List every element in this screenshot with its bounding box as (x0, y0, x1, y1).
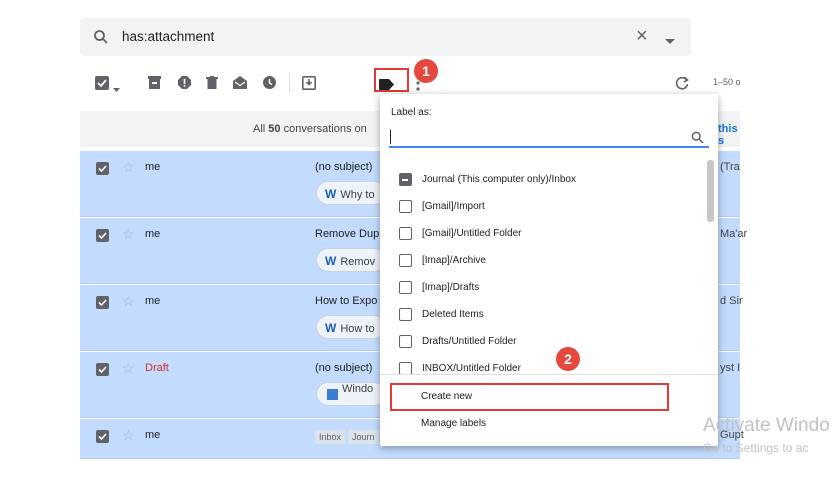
subject: (no subject) (315, 362, 373, 374)
label-tag[interactable]: Journ (348, 430, 379, 444)
star-icon[interactable]: ☆ (122, 226, 135, 243)
subject: Remove Dup (315, 228, 380, 240)
label-checkbox[interactable] (399, 200, 412, 213)
menu-divider (380, 374, 718, 375)
label-name: [Imap]/Drafts (422, 282, 480, 293)
label-tags: Inbox Journ (315, 427, 382, 445)
attachment-name: Why to (340, 189, 375, 201)
attachment-chip[interactable]: W Why to (316, 181, 386, 205)
toolbar-divider (289, 74, 290, 92)
attachment-name: How to (340, 323, 375, 335)
delete-icon[interactable] (206, 76, 218, 94)
row-checkbox[interactable] (96, 162, 109, 175)
snippet: Ma'ar (720, 228, 748, 240)
indeterminate-checkbox[interactable] (399, 173, 412, 186)
label-name: Drafts/Untitled Folder (422, 336, 517, 347)
word-icon: W (325, 187, 337, 201)
select-dropdown-icon[interactable] (113, 80, 120, 98)
text-caret (390, 130, 391, 144)
row-checkbox[interactable] (96, 363, 109, 376)
menu-scrollbar[interactable] (707, 160, 714, 222)
snippet: yst I (720, 362, 741, 374)
label-checkbox[interactable] (399, 281, 412, 294)
create-new-highlight (390, 383, 669, 411)
banner-text: All 50 conversations on (253, 123, 367, 135)
label-checkbox[interactable] (399, 227, 412, 240)
star-icon[interactable]: ☆ (122, 360, 135, 377)
star-icon[interactable]: ☆ (122, 427, 135, 444)
menu-title: Label as: (391, 107, 432, 118)
star-icon[interactable]: ☆ (122, 159, 135, 176)
star-icon[interactable]: ☆ (122, 293, 135, 310)
clear-search-icon[interactable]: × (636, 25, 648, 48)
step-badge-1: 1 (414, 59, 438, 83)
pagination-range: 1–50 o (713, 77, 741, 87)
snooze-icon[interactable] (263, 76, 276, 94)
search-icon[interactable] (691, 131, 704, 149)
label-checkbox[interactable] (399, 308, 412, 321)
manage-labels-item[interactable]: Manage labels (421, 418, 486, 429)
word-icon: W (325, 321, 337, 335)
image-file-icon (327, 389, 338, 400)
attachment-chip[interactable]: W Remov (316, 248, 386, 272)
select-all-link[interactable]: this s (718, 123, 740, 147)
search-query[interactable]: has:attachment (122, 29, 214, 44)
activation-watermark-sub: Go to Settings to ac (703, 441, 809, 455)
label-name: [Imap]/Archive (422, 255, 486, 266)
search-icon[interactable] (93, 29, 109, 50)
refresh-icon[interactable] (675, 76, 689, 95)
subject: (no subject) (315, 161, 373, 173)
snippet: (Tra (720, 161, 740, 173)
row-checkbox[interactable] (96, 430, 109, 443)
label-checkbox[interactable] (399, 254, 412, 267)
row-checkbox[interactable] (96, 296, 109, 309)
label-name: INBOX/Untitled Folder (422, 363, 521, 374)
subject: How to Expo (315, 295, 378, 307)
sender-draft: Draft (145, 362, 169, 374)
label-button-highlight (374, 68, 409, 92)
mark-as-read-icon[interactable] (233, 76, 247, 94)
attachment-chip[interactable]: W How to (316, 315, 386, 339)
move-to-icon[interactable] (302, 76, 316, 95)
snippet: d Sir (720, 295, 743, 307)
search-bar[interactable]: has:attachment × (80, 18, 691, 56)
label-name: [Gmail]/Untitled Folder (422, 228, 522, 239)
sender: me (145, 429, 161, 441)
label-checkbox[interactable] (399, 335, 412, 348)
activation-watermark: Activate Windo (703, 415, 830, 436)
archive-icon[interactable] (148, 76, 161, 94)
row-checkbox[interactable] (96, 229, 109, 242)
label-name: [Gmail]/Import (422, 201, 485, 212)
sender: me (145, 295, 161, 307)
attachment-name: Remov (340, 256, 376, 268)
label-search-input[interactable] (389, 128, 709, 148)
search-options-icon[interactable] (665, 32, 675, 50)
report-spam-icon[interactable] (178, 76, 191, 94)
sender: me (145, 161, 161, 173)
label-tag[interactable]: Inbox (315, 430, 346, 444)
label-name: Deleted Items (422, 309, 484, 320)
step-badge-2: 2 (556, 347, 580, 371)
attachment-name: Windo (342, 383, 374, 395)
label-name: Journal (This computer only)/Inbox (422, 174, 576, 185)
word-icon: W (325, 254, 337, 268)
select-all-checkbox[interactable] (95, 76, 109, 95)
attachment-chip[interactable]: Windo (316, 382, 386, 406)
sender: me (145, 228, 161, 240)
